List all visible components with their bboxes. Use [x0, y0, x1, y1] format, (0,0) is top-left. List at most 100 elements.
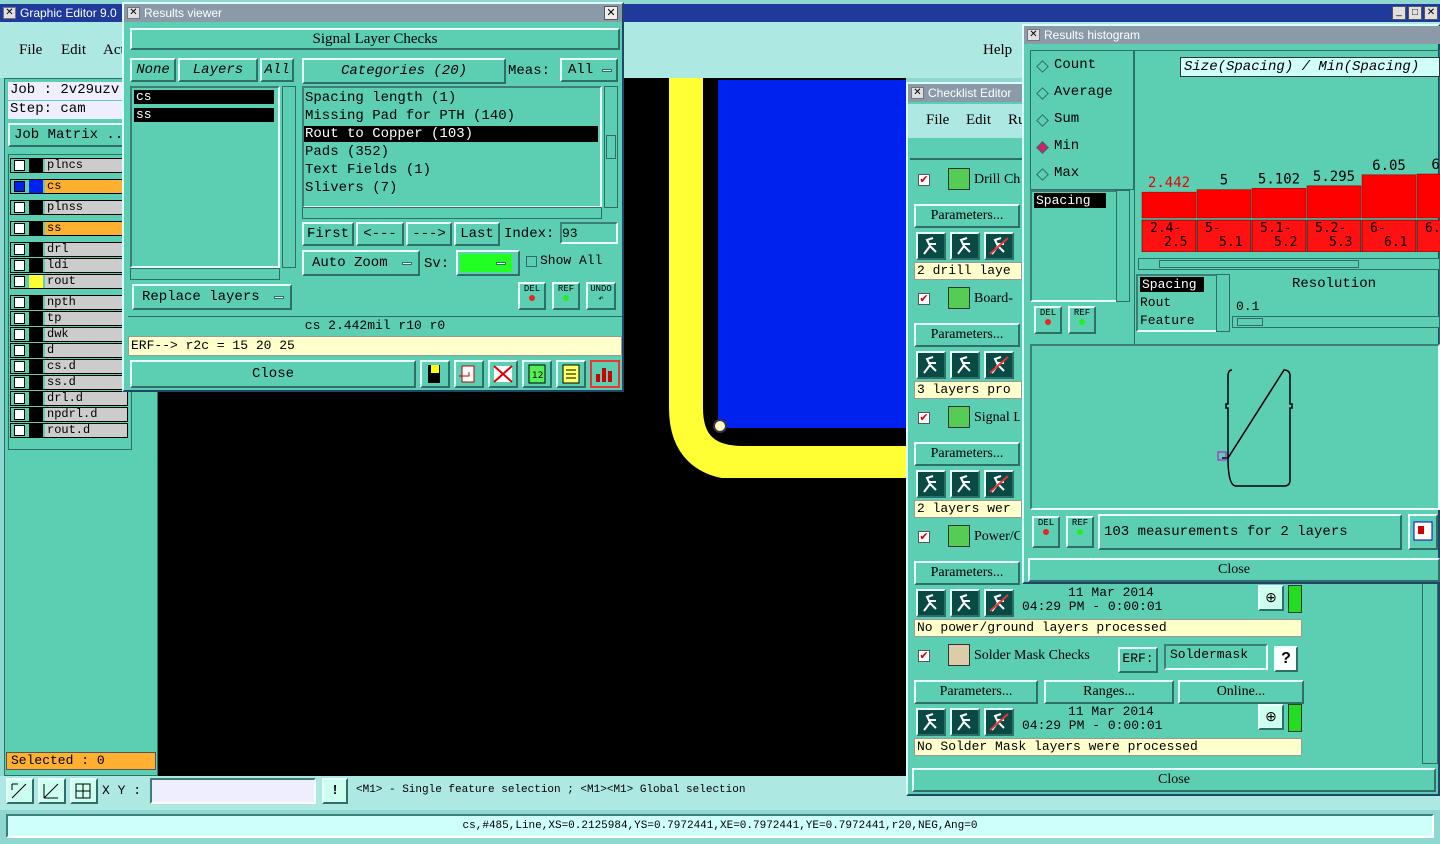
- histogram-bar[interactable]: [1196, 189, 1252, 219]
- ref-button[interactable]: REF: [1066, 516, 1094, 548]
- help-button[interactable]: ?: [1274, 646, 1298, 672]
- category-list-item[interactable]: Text Fields (1): [304, 162, 598, 178]
- histogram-bar[interactable]: [1141, 191, 1197, 219]
- xy-input[interactable]: [150, 778, 316, 804]
- layer-row[interactable]: rout: [10, 274, 128, 289]
- layer-checkbox[interactable]: [14, 297, 25, 308]
- ref-button[interactable]: REF: [1068, 306, 1096, 334]
- scroll-thumb[interactable]: [1159, 260, 1359, 268]
- stop-icon[interactable]: [984, 470, 1014, 498]
- meas-dropdown[interactable]: All: [560, 58, 618, 82]
- all-button[interactable]: All: [260, 58, 294, 82]
- none-button[interactable]: None: [130, 58, 176, 82]
- histogram-close-button[interactable]: Close: [1028, 558, 1440, 582]
- erf-icon[interactable]: [488, 360, 518, 388]
- histogram-titlebar[interactable]: ✕ Results histogram: [1024, 26, 1440, 44]
- category-list-item[interactable]: Rout to Copper (103): [304, 126, 598, 142]
- layer-checkbox[interactable]: [14, 181, 25, 192]
- layers-button[interactable]: Layers: [178, 58, 258, 82]
- parameters-button[interactable]: Parameters...: [914, 680, 1038, 704]
- compare-icon[interactable]: 12: [522, 360, 552, 388]
- index-input[interactable]: [560, 222, 618, 244]
- resolution-slider[interactable]: [1232, 316, 1440, 328]
- slider-thumb[interactable]: [1237, 318, 1263, 326]
- del-button[interactable]: DEL: [1034, 306, 1062, 334]
- grid-icon[interactable]: [70, 778, 98, 804]
- stop-icon[interactable]: [984, 232, 1014, 260]
- copper-pad-blue[interactable]: [718, 80, 906, 428]
- histogram-bar[interactable]: [1361, 174, 1417, 219]
- stop-icon[interactable]: [984, 708, 1014, 736]
- layer-row[interactable]: npdrl.d: [10, 407, 128, 422]
- window-menu-icon[interactable]: ✕: [3, 7, 16, 19]
- stop-icon[interactable]: [984, 589, 1014, 617]
- check-enable-checkbox[interactable]: ✔: [918, 293, 930, 305]
- checklist-close-button[interactable]: Close: [912, 768, 1436, 792]
- layer-icon[interactable]: [420, 360, 450, 388]
- close-button[interactable]: Close: [130, 360, 416, 388]
- menu-edit[interactable]: Edit: [61, 42, 86, 59]
- run-all-icon[interactable]: [950, 589, 980, 617]
- spacing-list-scrollbar[interactable]: [1116, 190, 1130, 302]
- parameters-button[interactable]: Parameters...: [914, 561, 1020, 585]
- layer-row[interactable]: plncs: [10, 158, 128, 173]
- window-menu-icon[interactable]: ✕: [127, 7, 140, 19]
- layer-row[interactable]: npth: [10, 295, 128, 310]
- window-menu-icon[interactable]: ✕: [1027, 29, 1040, 41]
- histogram-bar[interactable]: [1251, 188, 1307, 219]
- categories-button[interactable]: Categories (20): [302, 58, 506, 84]
- layer-checkbox[interactable]: [14, 223, 25, 234]
- layer-row[interactable]: tp: [10, 311, 128, 326]
- window-menu-icon[interactable]: ✕: [911, 87, 924, 99]
- zoom-icon[interactable]: ⊕: [1258, 585, 1284, 611]
- scroll-thumb[interactable]: [606, 135, 616, 159]
- category-list-item[interactable]: Pads (352): [304, 144, 598, 160]
- layer-checkbox[interactable]: [14, 377, 25, 388]
- layer-row[interactable]: drl: [10, 242, 128, 257]
- report-icon[interactable]: [556, 360, 586, 388]
- layer-checkbox[interactable]: [14, 361, 25, 372]
- minimize-icon[interactable]: _: [1392, 6, 1406, 20]
- error-marker[interactable]: [713, 419, 727, 433]
- check-enable-checkbox[interactable]: ✔: [918, 174, 930, 186]
- histogram-bar[interactable]: [1306, 185, 1362, 219]
- layer-row[interactable]: plnss: [10, 200, 128, 215]
- close-icon[interactable]: ✕: [604, 6, 618, 20]
- type-item[interactable]: Feature: [1140, 313, 1195, 328]
- maximize-icon[interactable]: □: [1408, 6, 1422, 20]
- layer-list-scrollbar[interactable]: [282, 86, 296, 268]
- category-list-item[interactable]: Slivers (7): [304, 180, 598, 196]
- layer-checkbox[interactable]: [14, 260, 25, 271]
- layer-checkbox[interactable]: [14, 313, 25, 324]
- layer-checkbox[interactable]: [14, 329, 25, 340]
- results-viewer-titlebar[interactable]: ✕ Results viewer: [124, 4, 622, 22]
- stop-icon[interactable]: [984, 351, 1014, 379]
- zoom-icon[interactable]: ⊕: [1258, 704, 1284, 730]
- category-list-item[interactable]: Missing Pad for PTH (140): [304, 108, 598, 124]
- layer-checkbox[interactable]: [14, 409, 25, 420]
- layer-list-item[interactable]: ss: [134, 108, 274, 122]
- prev-button[interactable]: <---: [356, 222, 404, 246]
- menu-file[interactable]: File: [19, 42, 42, 59]
- run-icon[interactable]: [916, 589, 946, 617]
- sv-dropdown[interactable]: [456, 250, 520, 276]
- chart-hscrollbar[interactable]: [1138, 258, 1440, 270]
- zoom-fit-icon[interactable]: [6, 778, 34, 804]
- spacing-list-item[interactable]: Spacing: [1034, 193, 1106, 208]
- close-icon[interactable]: ✕: [1424, 6, 1438, 20]
- run-icon[interactable]: [916, 232, 946, 260]
- layer-checkbox[interactable]: [14, 425, 25, 436]
- menu-file[interactable]: File: [926, 112, 949, 129]
- check-name[interactable]: Signal L: [974, 410, 1020, 426]
- export-icon[interactable]: [454, 360, 484, 388]
- layer-list-hscrollbar[interactable]: [130, 268, 280, 280]
- check-enable-checkbox[interactable]: ✔: [918, 412, 930, 424]
- check-enable-checkbox[interactable]: ✔: [918, 531, 930, 543]
- check-enable-checkbox[interactable]: ✔: [918, 650, 930, 662]
- layer-row[interactable]: drl.d: [10, 391, 128, 406]
- alert-icon[interactable]: !: [322, 778, 348, 804]
- auto-zoom-dropdown[interactable]: Auto Zoom: [302, 250, 420, 276]
- job-matrix-button[interactable]: Job Matrix ...: [8, 123, 126, 147]
- export-chart-icon[interactable]: [1408, 514, 1438, 550]
- run-icon[interactable]: [916, 351, 946, 379]
